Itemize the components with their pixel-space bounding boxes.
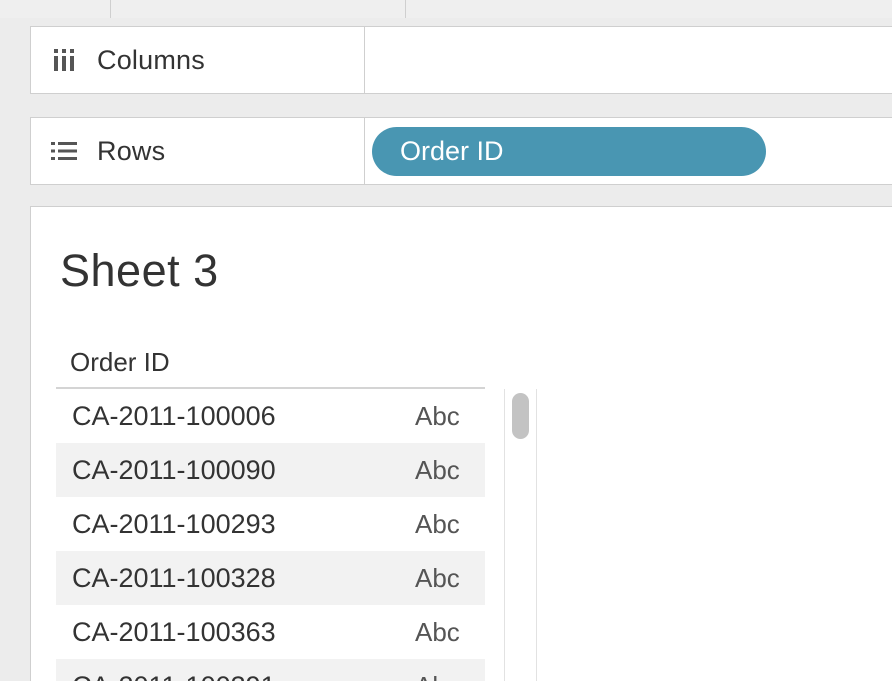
columns-shelf-label: Columns [31,27,365,93]
scrollbar-thumb[interactable] [512,393,529,439]
order-id-cell: CA-2011-100363 [72,616,276,647]
text-mark: Abc [415,671,460,681]
rows-label: Rows [97,135,166,166]
text-mark: Abc [415,562,460,593]
order-id-cell: CA-2011-100391 [72,671,276,681]
sheet-view: Sheet 3 Order ID CA-2011-100006 Abc CA-2… [30,206,892,681]
text-mark: Abc [415,454,460,485]
vertical-scrollbar[interactable] [504,389,537,681]
rows-shelf-label: Rows [31,118,365,184]
columns-icon [51,49,77,71]
columns-label: Columns [97,44,205,75]
text-mark: Abc [415,616,460,647]
table-row[interactable]: CA-2011-100090 Abc [56,443,485,497]
top-toolbar-strip [0,0,892,18]
order-id-pill[interactable]: Order ID [372,127,766,176]
table-row[interactable]: CA-2011-100391 Abc [56,659,485,681]
table-row[interactable]: CA-2011-100328 Abc [56,551,485,605]
rows-list-icon [51,140,77,162]
order-id-pill-label: Order ID [400,136,504,166]
tableau-worksheet: Columns Rows Order ID Sheet 3 Order ID C… [0,0,892,681]
sheet-title: Sheet 3 [60,245,219,296]
order-id-cell: CA-2011-100328 [72,562,276,593]
table-row[interactable]: CA-2011-100363 Abc [56,605,485,659]
rows-shelf[interactable]: Rows Order ID [30,117,892,185]
order-id-cell: CA-2011-100293 [72,508,276,539]
text-mark: Abc [415,508,460,539]
columns-shelf[interactable]: Columns [30,26,892,94]
toolbar-divider [110,0,111,18]
order-id-cell: CA-2011-100090 [72,454,276,485]
text-mark: Abc [415,400,460,431]
order-id-cell: CA-2011-100006 [72,400,276,431]
toolbar-divider [405,0,406,18]
table-row[interactable]: CA-2011-100293 Abc [56,497,485,551]
order-id-column-header[interactable]: Order ID [70,347,170,378]
table-row[interactable]: CA-2011-100006 Abc [56,389,485,443]
workspace-left-edge [0,206,30,681]
order-table: CA-2011-100006 Abc CA-2011-100090 Abc CA… [56,389,485,681]
